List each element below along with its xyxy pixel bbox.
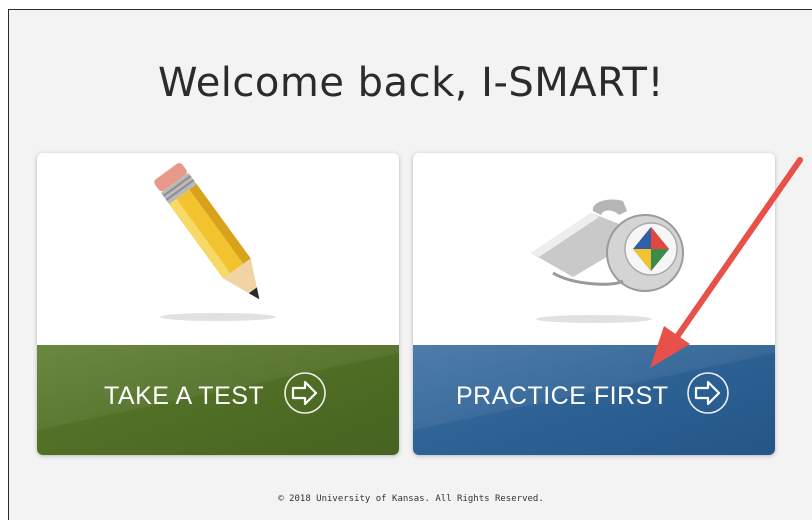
welcome-title: Welcome back, I-SMART! (157, 60, 665, 106)
take-a-test-button[interactable]: TAKE A TEST (37, 345, 399, 455)
practice-first-label: PRACTICE FIRST (456, 382, 669, 410)
take-a-test-label: TAKE A TEST (104, 382, 265, 410)
practice-first-button[interactable]: PRACTICE FIRST (413, 345, 775, 455)
page-frame: Welcome back, I-SMART! TAKE A TEST PRACT… (8, 9, 812, 520)
take-a-test-card[interactable]: TAKE A TEST (37, 153, 399, 455)
practice-first-card[interactable]: PRACTICE FIRST (413, 153, 775, 455)
copyright-footer: © 2018 University of Kansas. All Rights … (278, 494, 544, 504)
arrow-right-circle-icon[interactable] (686, 371, 730, 415)
pencil-icon (154, 163, 276, 321)
arrow-right-circle-icon[interactable] (283, 371, 327, 415)
whistle-icon (531, 199, 684, 323)
